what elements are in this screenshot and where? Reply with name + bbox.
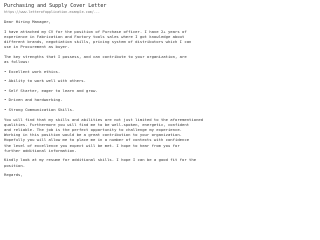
letter-line: Kindly look at my resume for additional … [4,157,197,163]
letter-title: Purchasing and Supply Cover Letter [4,3,107,9]
letter-line: Hopefully you will allow me to place me … [4,137,190,143]
cover-letter-document: Purchasing and Supply Cover Letter https… [4,3,212,177]
letter-body: Dear Hiring Manager, I have attached my C… [4,19,212,177]
source-url[interactable]: https://www.letterofapplication-example.… [4,10,212,15]
letter-line: You will find that my skills and abiliti… [4,116,204,122]
letter-line: Regards, [4,172,23,178]
letter-line: The key strengths that I possess, and ca… [4,53,187,59]
